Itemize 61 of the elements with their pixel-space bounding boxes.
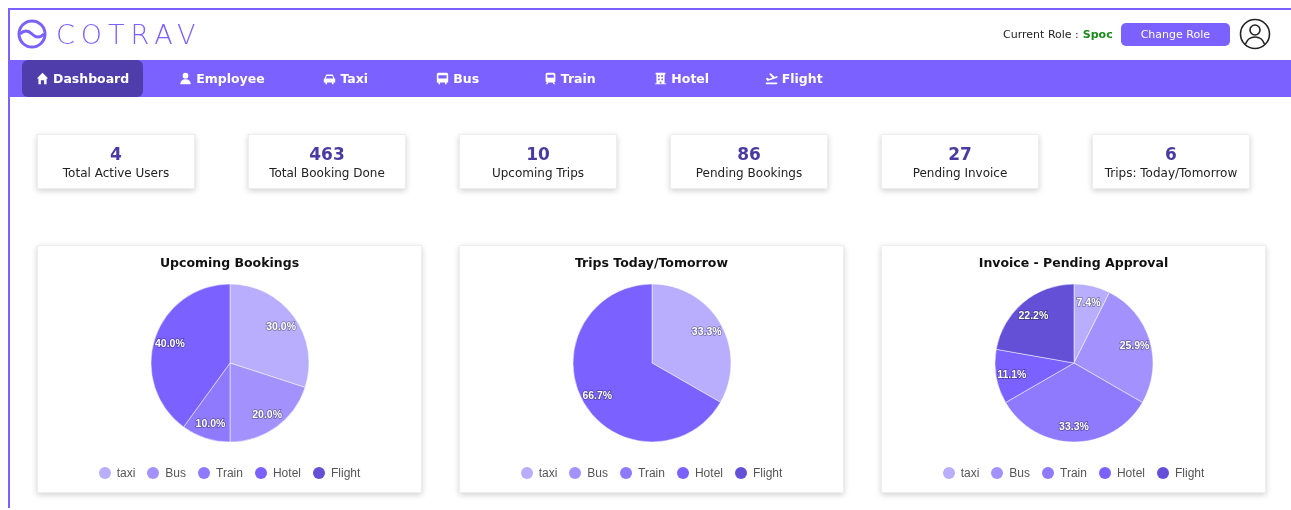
user-avatar-icon[interactable] <box>1239 18 1271 50</box>
data-label: 20.0% <box>251 408 282 421</box>
chart-title: Invoice - Pending Approval <box>978 255 1169 270</box>
stat-value: 4 <box>110 143 122 164</box>
car-icon <box>323 72 337 85</box>
stat-label: Total Booking Done <box>269 165 385 180</box>
current-role-label: Current Role : <box>1003 27 1079 41</box>
legend-label: Flight <box>752 466 783 480</box>
stat-label: Total Active Users <box>62 165 170 180</box>
legend-label: Flight <box>330 466 361 480</box>
nav-tab[interactable]: Taxi <box>300 60 391 97</box>
stat-value: 27 <box>948 143 972 164</box>
legend-label: taxi <box>116 466 136 480</box>
data-label: 7.4% <box>1076 295 1101 308</box>
stat-label: Pending Bookings <box>695 165 803 180</box>
data-label: 40.0% <box>154 337 185 350</box>
legend-label: Hotel <box>694 466 723 480</box>
building-icon <box>654 72 668 85</box>
nav-tab[interactable]: Train <box>524 60 615 97</box>
legend-label: Bus <box>165 466 187 480</box>
legend-label: Bus <box>587 466 609 480</box>
nav-tab[interactable]: Flight <box>748 60 839 97</box>
stat-value: 463 <box>309 143 345 164</box>
legend-label: Flight <box>1174 466 1205 480</box>
data-label: 66.7% <box>581 388 612 401</box>
change-role-button[interactable]: Change Role <box>1120 22 1230 46</box>
legend-label: taxi <box>538 466 558 480</box>
stat-label: Trips: Today/Tomorrow <box>1104 165 1238 180</box>
bus-icon <box>436 72 450 85</box>
logo-text: COTRAV <box>56 18 202 50</box>
legend-label: Bus <box>1009 466 1031 480</box>
nav-tab[interactable]: Hotel <box>636 60 727 97</box>
data-label: 25.9% <box>1119 338 1149 351</box>
data-label: 30.0% <box>265 319 296 332</box>
stat-label: Upcoming Trips <box>491 165 585 180</box>
stat-value: 10 <box>526 143 550 164</box>
chart-title: Trips Today/Tomorrow <box>574 255 728 270</box>
data-label: 22.2% <box>1018 308 1048 321</box>
legend-label: taxi <box>960 466 980 480</box>
data-label: 33.3% <box>691 325 722 338</box>
stat-value: 6 <box>1165 143 1177 164</box>
legend-label: Train <box>1060 466 1087 480</box>
train-icon <box>543 72 557 85</box>
data-label: 10.0% <box>195 417 225 430</box>
home-icon <box>36 72 49 85</box>
current-role-value: Spoc <box>1082 27 1113 41</box>
legend-label: Hotel <box>272 466 301 480</box>
legend-label: Hotel <box>1116 466 1145 480</box>
data-label: 11.1% <box>996 367 1026 380</box>
data-label: 33.3% <box>1058 420 1089 433</box>
stat-label: Pending Invoice <box>912 165 1008 180</box>
person-icon <box>179 72 193 85</box>
nav-tab[interactable]: Bus <box>412 60 503 97</box>
stat-value: 86 <box>737 143 761 164</box>
nav-tab[interactable]: Dashboard <box>22 60 144 97</box>
airplane-icon <box>764 72 778 85</box>
logo-icon <box>16 18 48 50</box>
chart-title: Upcoming Bookings <box>159 255 300 270</box>
legend-label: Train <box>638 466 665 480</box>
nav-tab[interactable]: Employee <box>165 60 279 97</box>
legend-label: Train <box>216 466 243 480</box>
